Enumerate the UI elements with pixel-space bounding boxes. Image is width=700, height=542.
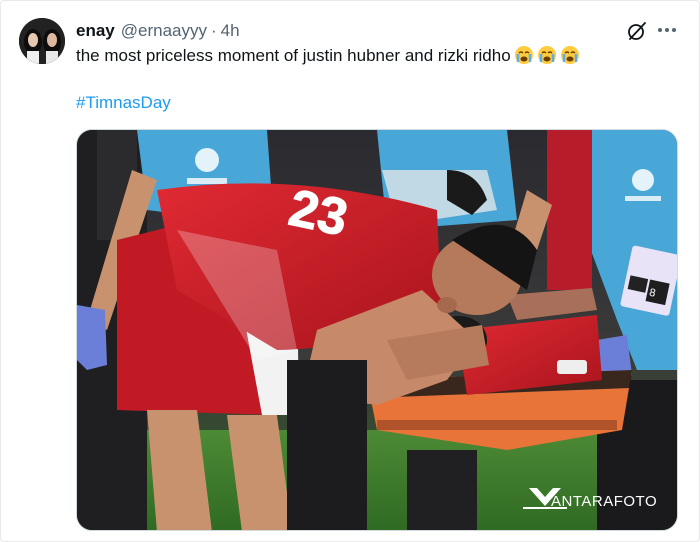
more-options-icon[interactable] (655, 19, 679, 41)
tweet-card[interactable]: enay @ernaayyy · 4h the most priceless m… (0, 0, 700, 542)
separator-dot: · (211, 21, 217, 40)
tweet-photo[interactable]: 8 23 ANTARAFOTO (76, 129, 678, 531)
tweet-text: the most priceless moment of justin hubn… (76, 45, 676, 67)
user-handle[interactable]: @ernaayyy (121, 21, 207, 41)
avatar[interactable] (19, 18, 65, 64)
hashtag-link[interactable]: #TimnasDay (76, 93, 171, 113)
jersey-number: 23 (284, 179, 353, 248)
display-name[interactable]: enay (76, 21, 115, 41)
tweet-header: enay @ernaayyy · 4h (76, 20, 240, 42)
grok-icon[interactable] (626, 20, 648, 42)
timestamp[interactable]: 4h (221, 21, 240, 41)
crying-face-icon (514, 45, 534, 65)
tweet-text-body: the most priceless moment of justin hubn… (76, 46, 511, 65)
photo-watermark: ANTARAFOTO (551, 493, 658, 510)
crying-face-icon (560, 45, 580, 65)
crying-face-icon (537, 45, 557, 65)
